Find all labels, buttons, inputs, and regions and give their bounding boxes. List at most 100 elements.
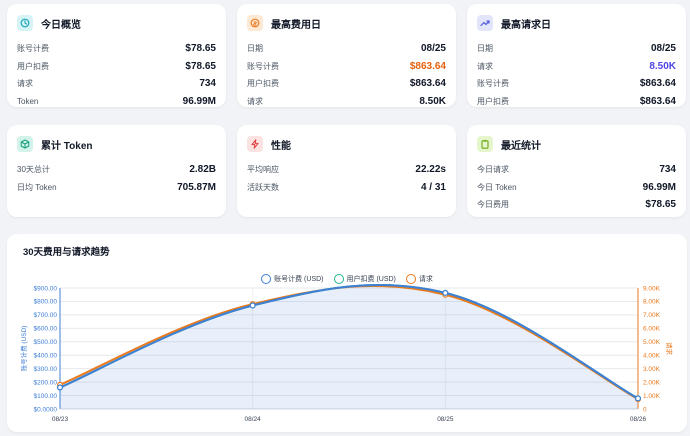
stat-label: 用户扣费: [17, 61, 49, 71]
clock-icon: [17, 15, 33, 31]
data-point: [634, 395, 641, 402]
stat-row: 活跃天数 4 / 31: [247, 179, 446, 197]
stat-label: 今日请求: [477, 165, 509, 175]
stat-row: 账号计费 $78.65: [17, 40, 216, 58]
stat-label: 请求: [17, 79, 33, 89]
stat-value: 22.22s: [415, 164, 446, 176]
stat-row: 30天总计 2.82B: [17, 161, 216, 179]
stat-value: $863.64: [409, 60, 446, 72]
y-left-tick-label: $200.00: [34, 379, 58, 386]
stat-row: 日期 08/25: [477, 40, 676, 58]
y-left-tick-label: $300.00: [34, 366, 58, 373]
y-left-axis-title: 账号计费 (USD): [19, 326, 28, 372]
stat-card-header: 累计 Token: [17, 135, 216, 153]
y-right-axis-title: 请求: [665, 342, 674, 356]
y-right-tick-label: 6.00K: [643, 326, 661, 333]
stat-value: 8.50K: [649, 60, 676, 72]
stat-row: 用户扣费 $863.64: [247, 75, 446, 93]
stat-row: 平均响应 22.22s: [247, 161, 446, 179]
y-right-tick-label: 7.00K: [643, 312, 661, 319]
stat-label: 账号计费: [247, 61, 279, 71]
stat-label: 用户扣费: [477, 96, 509, 106]
y-left-tick-label: $0.0000: [34, 406, 58, 413]
stat-card-header: 最近统计: [477, 135, 676, 153]
stat-row: 请求 734: [17, 75, 216, 93]
data-point: [56, 384, 63, 391]
stat-card-title: 最高请求日: [501, 19, 551, 31]
stat-card-title: 性能: [271, 140, 291, 152]
y-right-tick-label: 3.00K: [643, 366, 661, 373]
stat-value: 08/25: [650, 43, 676, 55]
stat-card-6: 最近统计今日请求 734 今日 Token 96.99M 今日费用 $78.65: [467, 125, 686, 217]
stat-label: 账号计费: [477, 79, 509, 89]
y-left-tick-label: $900.00: [34, 285, 58, 292]
stat-label: 账号计费: [17, 44, 49, 54]
stat-card-header: 最高请求日: [477, 14, 676, 32]
stat-row: 今日请求 734: [477, 161, 676, 179]
stat-card-2: 最高费用日日期 08/25 账号计费 $863.64 用户扣费 $863.64 请求 8.50…: [237, 4, 456, 107]
stat-value: 734: [659, 164, 676, 176]
trend-chart: $0.0000 $100.00 $200.00 $300.00 $400.00 $500.…: [19, 283, 674, 423]
stat-value: 705.87M: [177, 181, 216, 193]
stat-value: $78.65: [185, 60, 216, 72]
stat-value: 96.99M: [642, 181, 676, 193]
stat-card-title: 累计 Token: [41, 140, 93, 152]
stat-value: 8.50K: [419, 95, 446, 107]
stat-label: 日期: [247, 44, 263, 54]
stat-row: Token 96.99M: [17, 93, 216, 111]
stat-label: 请求: [477, 61, 493, 71]
stat-card-title: 最近统计: [501, 140, 541, 152]
stat-label: 今日费用: [477, 200, 509, 210]
stat-label: 日期: [477, 44, 493, 54]
trend-up-icon: [477, 15, 493, 31]
stat-card-header: 性能: [247, 135, 446, 153]
stat-label: 请求: [247, 96, 263, 106]
stat-card-4: 累计 Token 30天总计 2.82B 日均 Token 705.87M: [7, 125, 226, 217]
stat-value: $863.64: [409, 78, 446, 90]
stat-row: 用户扣费 $78.65: [17, 58, 216, 76]
x-tick-label: 08/23: [52, 416, 69, 423]
y-left-tick-label: $100.00: [34, 393, 58, 400]
data-point: [442, 289, 449, 296]
y-right-tick-label: 4.00K: [643, 353, 661, 360]
stat-label: 活跃天数: [247, 182, 279, 192]
stat-card-title: 最高费用日: [271, 19, 321, 31]
stat-row: 日期 08/25: [247, 40, 446, 58]
data-point: [249, 302, 256, 309]
stat-label: 今日 Token: [477, 182, 517, 192]
stat-label: 日均 Token: [17, 182, 57, 192]
y-right-tick-label: 0: [643, 406, 647, 413]
y-left-tick-label: $500.00: [34, 339, 58, 346]
stat-card-title: 今日概览: [41, 19, 81, 31]
y-left-tick-label: $700.00: [34, 312, 58, 319]
stat-row: 请求 8.50K: [247, 93, 446, 111]
y-right-tick-label: 1.00K: [643, 393, 661, 400]
stat-card-header: 最高费用日: [247, 14, 446, 32]
coin-icon: [247, 15, 263, 31]
stat-card-1: 今日概览 账号计费 $78.65 用户扣费 $78.65 请求 734 Token 96.99M: [7, 4, 226, 107]
stat-value: $78.65: [645, 199, 676, 211]
x-tick-label: 08/24: [245, 416, 262, 423]
clipboard-icon: [477, 136, 493, 152]
stat-card-5: 性能平均响应 22.22s 活跃天数 4 / 31: [237, 125, 456, 217]
cube-icon: [17, 136, 33, 152]
y-left-tick-label: $600.00: [34, 326, 58, 333]
stat-label: 用户扣费: [247, 79, 279, 89]
stat-row: 今日费用 $78.65: [477, 196, 676, 214]
y-right-tick-label: 2.00K: [643, 379, 661, 386]
stat-value: $863.64: [639, 95, 676, 107]
x-tick-label: 08/25: [437, 416, 454, 423]
stat-row: 账号计费 $863.64: [477, 75, 676, 93]
y-left-tick-label: $800.00: [34, 299, 58, 306]
stat-row: 日均 Token 705.87M: [17, 179, 216, 197]
stat-value: 08/25: [420, 43, 446, 55]
trend-chart-card: 30天费用与请求趋势 账号计费 (USD) 用户扣费 (USD) 请求 $0.000…: [7, 234, 687, 432]
stat-value: 2.82B: [189, 164, 216, 176]
stat-value: $863.64: [639, 78, 676, 90]
stat-label: 平均响应: [247, 165, 279, 175]
stat-value: 4 / 31: [420, 181, 446, 193]
stat-row: 用户扣费 $863.64: [477, 93, 676, 111]
y-right-tick-label: 8.00K: [643, 299, 661, 306]
series-area-billing: [60, 284, 638, 409]
y-right-tick-label: 9.00K: [643, 285, 661, 292]
